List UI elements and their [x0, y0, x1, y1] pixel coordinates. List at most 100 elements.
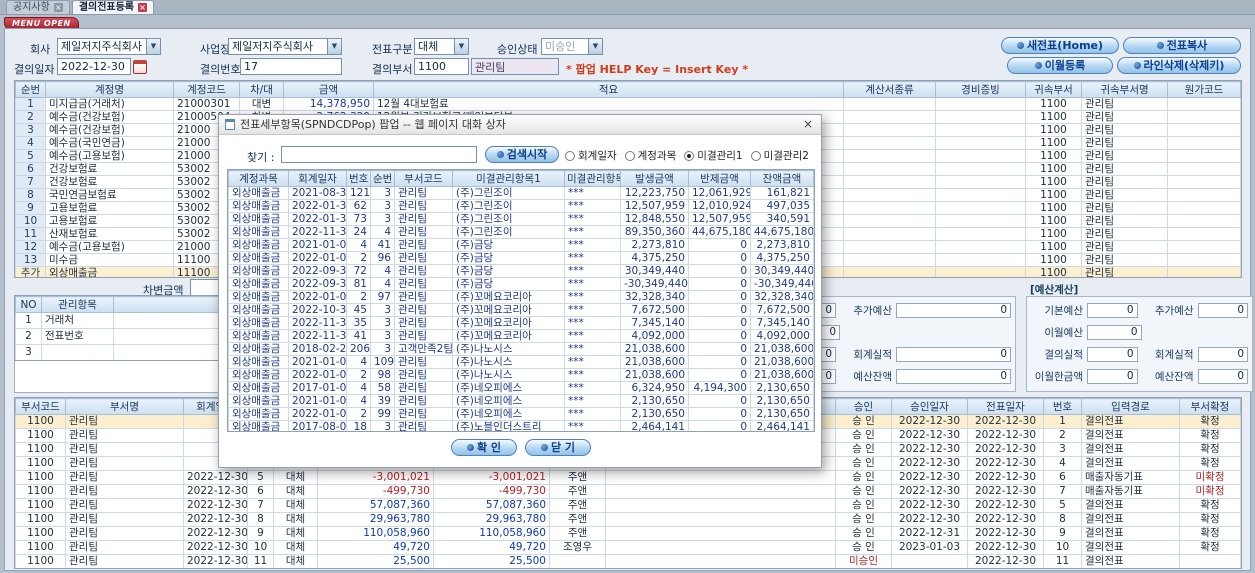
- cell[interactable]: 관리팀: [394, 277, 453, 291]
- cell[interactable]: 2022-11-30: [288, 329, 347, 343]
- cell[interactable]: 2022-12-30: [967, 540, 1044, 555]
- cell[interactable]: 41: [346, 329, 371, 343]
- cell[interactable]: 1: [15, 312, 42, 329]
- cell[interactable]: 관리팀: [1081, 162, 1168, 176]
- cell[interactable]: 관리팀: [394, 212, 453, 226]
- cell[interactable]: 외상매출금: [228, 186, 289, 200]
- table-row[interactable]: 외상매출금2022-01-31623관리팀(주)그린조이***12,507,95…: [228, 199, 814, 213]
- cell[interactable]: 7,345,140: [620, 316, 689, 330]
- cell[interactable]: 0: [688, 303, 751, 317]
- cell[interactable]: [1167, 214, 1241, 228]
- cell[interactable]: 2022-12-30: [967, 498, 1044, 513]
- table-row[interactable]: 외상매출금2021-01-004109관리팀(주)나노시스***21,038,6…: [228, 355, 814, 369]
- cell[interactable]: 1: [15, 97, 46, 111]
- cell[interactable]: 12,223,750: [620, 186, 689, 200]
- cell[interactable]: -3,001,021: [433, 470, 550, 485]
- cell[interactable]: 35: [346, 316, 371, 330]
- cell[interactable]: 10: [1043, 540, 1082, 555]
- table-row[interactable]: 외상매출금2022-01-00297관리팀(주)꼬메요코리아***32,328,…: [228, 290, 814, 304]
- cell[interactable]: 2022-12-30: [967, 428, 1044, 443]
- cell[interactable]: 2022-12-30: [891, 470, 968, 485]
- cell[interactable]: [1167, 97, 1241, 111]
- cell[interactable]: 확정: [1179, 414, 1241, 429]
- cell[interactable]: 4: [346, 238, 371, 252]
- cell[interactable]: 2021-01-00: [288, 394, 347, 408]
- cell[interactable]: 예수금(건강보험): [45, 123, 174, 137]
- cell[interactable]: 0: [688, 238, 751, 252]
- cell[interactable]: 승 인: [835, 442, 892, 457]
- cell[interactable]: 11: [247, 554, 274, 568]
- cell[interactable]: 관리팀: [394, 264, 453, 278]
- cell[interactable]: 확정: [1179, 428, 1241, 443]
- cell[interactable]: 외상매출금: [228, 329, 289, 343]
- cell[interactable]: [935, 97, 1026, 111]
- cell[interactable]: [605, 540, 836, 555]
- cell[interactable]: 7,672,500: [750, 303, 814, 317]
- cell[interactable]: 2022-12-30: [183, 554, 248, 568]
- cell[interactable]: 2022-12-31: [891, 526, 968, 541]
- cell[interactable]: ***: [564, 199, 621, 213]
- cell[interactable]: 관리팀: [394, 251, 453, 265]
- cell[interactable]: 3: [370, 303, 395, 317]
- cell[interactable]: 관리팀: [1081, 110, 1168, 124]
- cell[interactable]: 외상매출금: [228, 212, 289, 226]
- cell[interactable]: 외상매출금: [228, 251, 289, 265]
- cell[interactable]: 2022-12-30: [183, 540, 248, 555]
- cell[interactable]: (주)노블인더스트리: [452, 420, 565, 431]
- cell[interactable]: 9: [1043, 526, 1082, 541]
- popup-search-input[interactable]: [281, 146, 477, 163]
- cell[interactable]: 2017-01-00: [288, 381, 347, 395]
- popup-title-bar[interactable]: 전표세부항목(SPNDCDPop) 팝업 -- 웹 페이지 대화 상자: [219, 115, 821, 135]
- cell[interactable]: 0: [688, 290, 751, 304]
- cell[interactable]: 21,038,600: [750, 368, 814, 382]
- cell[interactable]: 3: [1043, 442, 1082, 457]
- cell[interactable]: 2022-12-30: [891, 498, 968, 513]
- cell[interactable]: 관리팀: [65, 470, 184, 485]
- cell[interactable]: 결의전표: [1081, 428, 1180, 443]
- cell[interactable]: 관리팀: [394, 355, 453, 369]
- cell[interactable]: 11: [1043, 554, 1082, 568]
- cell[interactable]: 1100: [1025, 123, 1082, 137]
- cell[interactable]: [1167, 227, 1241, 241]
- cell[interactable]: 승 인: [835, 512, 892, 527]
- cell[interactable]: [935, 227, 1026, 241]
- dept-code-input[interactable]: [414, 58, 469, 75]
- cell[interactable]: ***: [564, 303, 621, 317]
- cell[interactable]: 외상매출금: [228, 199, 289, 213]
- cell[interactable]: 미승인: [835, 554, 892, 568]
- cell[interactable]: 4: [370, 264, 395, 278]
- cell[interactable]: 21,038,600: [750, 355, 814, 369]
- cell[interactable]: 30,349,440: [750, 264, 814, 278]
- cell[interactable]: ***: [564, 329, 621, 343]
- table-row[interactable]: 외상매출금2021-01-00439관리팀(주)네오피에스***2,130,65…: [228, 394, 814, 408]
- cell[interactable]: [549, 554, 606, 568]
- cell[interactable]: 확정: [1179, 498, 1241, 513]
- cell[interactable]: 2022-01-00: [288, 407, 347, 421]
- budget-field-value[interactable]: 0: [1087, 368, 1138, 384]
- cell[interactable]: 0: [688, 420, 751, 431]
- radio-option[interactable]: 미결관리1: [684, 148, 743, 163]
- cell[interactable]: 2022-12-30: [891, 428, 968, 443]
- cell[interactable]: [935, 149, 1026, 163]
- radio-option[interactable]: 회계일자: [565, 148, 617, 163]
- cell[interactable]: 2022-09-30: [288, 264, 347, 278]
- cell[interactable]: 결의전표: [1081, 414, 1180, 429]
- cell[interactable]: [843, 149, 936, 163]
- cell[interactable]: 0: [688, 329, 751, 343]
- cell[interactable]: -499,730: [317, 484, 434, 499]
- cell[interactable]: [1167, 136, 1241, 150]
- cell[interactable]: (주)꼬메요코리아: [452, 290, 565, 304]
- cell[interactable]: 관리팀: [1081, 123, 1168, 137]
- cell[interactable]: 8: [15, 188, 46, 202]
- resolution-date-input[interactable]: [57, 58, 131, 75]
- cell[interactable]: 2,130,650: [750, 407, 814, 421]
- cell[interactable]: [843, 188, 936, 202]
- table-row[interactable]: 외상매출금2022-09-30724관리팀(주)금당***30,349,4400…: [228, 264, 814, 278]
- cell[interactable]: 관리팀: [394, 407, 453, 421]
- cell[interactable]: 73: [346, 212, 371, 226]
- cell[interactable]: 6: [247, 484, 274, 499]
- cell[interactable]: 2022-09-30: [288, 277, 347, 291]
- cell[interactable]: 거래처: [41, 312, 114, 329]
- cell[interactable]: 10: [15, 214, 46, 228]
- cell[interactable]: 4: [346, 394, 371, 408]
